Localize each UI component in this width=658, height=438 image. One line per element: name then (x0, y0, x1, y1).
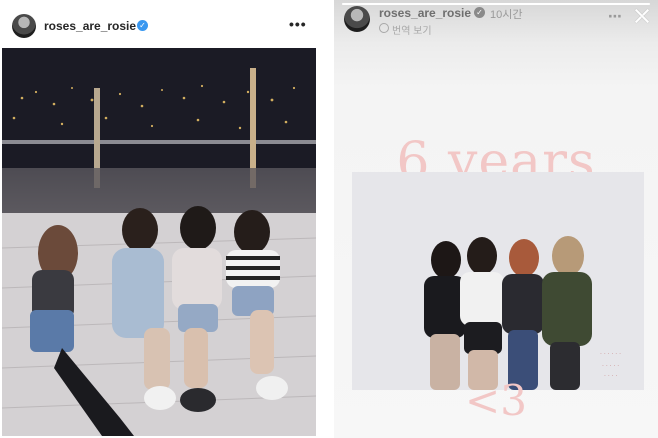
avatar[interactable] (12, 14, 36, 38)
post-photo[interactable] (2, 48, 316, 436)
verified-badge-icon: ✓ (137, 20, 148, 31)
see-translation-link[interactable]: 번역 보기 (379, 22, 432, 37)
svg-text:· · · · ·: · · · · · (602, 363, 619, 370)
story-viewer[interactable]: roses_are_rosie ✓ 10시간 번역 보기 ⋯ 6 years ·… (334, 0, 658, 438)
story-timestamp: 10시간 (490, 9, 523, 21)
story-progress-fill (342, 3, 650, 5)
more-options-icon[interactable]: ••• (289, 16, 306, 32)
more-options-icon[interactable]: ⋯ (606, 8, 624, 24)
story-username[interactable]: roses_are_rosie (379, 6, 471, 20)
avatar[interactable] (344, 6, 370, 32)
post-username[interactable]: roses_are_rosie (44, 19, 136, 33)
story-photo: · · · · · · · · · · · · · · · (352, 172, 644, 390)
feed-post: roses_are_rosie ✓ ••• (0, 0, 318, 438)
close-icon[interactable] (633, 7, 651, 25)
story-text-bottom: <3 (465, 376, 527, 425)
story-photo-image: · · · · · · · · · · · · · · · (352, 172, 644, 390)
verified-badge-icon: ✓ (474, 7, 485, 18)
story-progress-bar (342, 3, 650, 5)
svg-text:· · · · · ·: · · · · · · (600, 351, 621, 358)
globe-icon (379, 23, 389, 33)
post-header: roses_are_rosie ✓ ••• (0, 0, 318, 50)
post-photo-image (2, 48, 316, 436)
see-translation-label: 번역 보기 (392, 26, 432, 37)
